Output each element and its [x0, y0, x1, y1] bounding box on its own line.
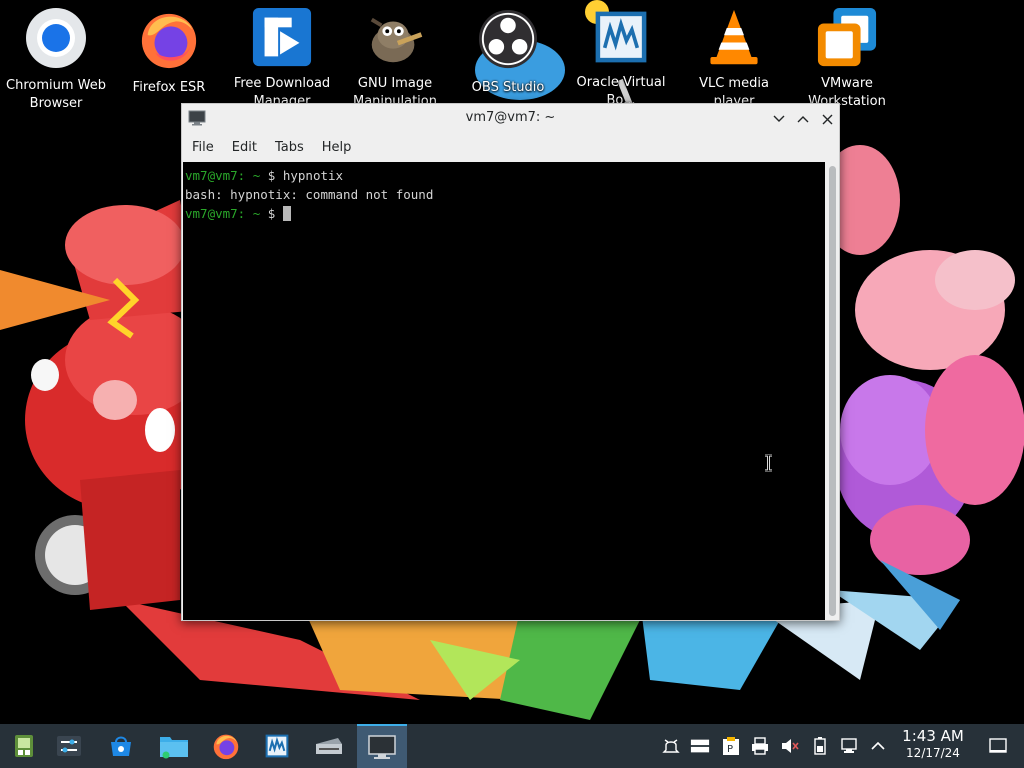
menu-bar: File Edit Tabs Help — [182, 134, 839, 162]
terminal-line: vm7@vm7: ~ $ hypnotix — [184, 166, 433, 185]
terminal-icon[interactable] — [357, 724, 407, 768]
firefox-icon[interactable] — [202, 724, 250, 768]
drive-icon[interactable] — [690, 736, 710, 756]
scanner-icon[interactable] — [305, 724, 353, 768]
vmware-icon — [814, 6, 880, 68]
desktop-icon-free-download-manager[interactable]: Free Download Manager — [226, 6, 338, 110]
terminal-line: bash: hypnotix: command not found — [184, 185, 433, 204]
window-titlebar[interactable]: vm7@vm7: ~ — [182, 104, 839, 134]
prompt-dir: ~ — [245, 206, 261, 221]
desktop-icon-vmware[interactable]: VMware Workstation — [791, 6, 903, 110]
prompt-user-host: vm7@vm7: — [185, 168, 246, 183]
terminal-line: vm7@vm7: ~ $ — [184, 204, 433, 223]
clock-time: 1:43 AM — [902, 727, 964, 745]
window-title: vm7@vm7: ~ — [465, 110, 556, 125]
scrollbar-thumb[interactable] — [829, 166, 836, 616]
taskbar: P 1:43 AM 12/17/24 — [0, 724, 1024, 768]
expand-tray-icon[interactable] — [868, 736, 888, 756]
prompt-dir: ~ — [245, 168, 261, 183]
maximize-button[interactable] — [793, 109, 813, 129]
file-manager-icon[interactable] — [150, 724, 198, 768]
settings-icon[interactable] — [45, 724, 93, 768]
text-cursor — [282, 206, 291, 221]
desktop-icon-vlc[interactable]: VLC media player — [678, 6, 790, 110]
menu-help[interactable]: Help — [313, 134, 361, 162]
desktop-icon-label: Chromium Web Browser — [6, 78, 106, 111]
prompt-user-host: vm7@vm7: — [185, 206, 246, 221]
firefox-icon — [136, 6, 202, 72]
close-button[interactable] — [817, 109, 837, 129]
ibeam-cursor-icon — [764, 453, 773, 476]
clipboard-icon[interactable]: P — [721, 736, 741, 756]
free-download-manager-icon — [249, 6, 315, 68]
desktop-icon-firefox[interactable]: Firefox ESR — [113, 6, 225, 110]
printer-icon[interactable] — [750, 736, 770, 756]
virtualbox-icon[interactable] — [253, 724, 301, 768]
clock-date: 12/17/24 — [906, 746, 960, 760]
notifications-icon[interactable] — [661, 736, 681, 756]
gimp-icon — [362, 6, 428, 68]
svg-text:P: P — [727, 744, 733, 755]
output-text: bash: hypnotix: command not found — [185, 187, 434, 202]
desktop-icon-gimp[interactable]: GNU Image Manipulation — [339, 6, 451, 110]
prompt-symbol: $ — [260, 168, 283, 183]
application-launcher-icon[interactable] — [0, 724, 48, 768]
vertical-scrollbar[interactable] — [826, 162, 839, 620]
store-icon[interactable] — [97, 724, 145, 768]
chromium-icon — [23, 6, 89, 70]
desktop-icon-chromium[interactable]: Chromium Web Browser — [0, 6, 112, 111]
desktop-icon-label: OBS Studio — [471, 80, 545, 95]
prompt-symbol: $ — [260, 206, 283, 221]
obs-icon — [475, 6, 541, 72]
minimize-button[interactable] — [769, 109, 789, 129]
command-text: hypnotix — [282, 168, 344, 183]
network-icon[interactable] — [840, 736, 860, 756]
vlc-icon — [701, 6, 767, 68]
menu-tabs[interactable]: Tabs — [266, 134, 313, 162]
terminal-window[interactable]: vm7@vm7: ~ File Edit Tabs Help vm7@vm7: … — [181, 103, 840, 621]
terminal-output-area[interactable]: vm7@vm7: ~ $ hypnotix bash: hypnotix: co… — [183, 162, 825, 620]
volume-muted-icon[interactable] — [780, 736, 800, 756]
show-desktop-icon[interactable] — [988, 736, 1008, 756]
menu-file[interactable]: File — [182, 134, 223, 162]
battery-icon[interactable] — [810, 736, 830, 756]
system-clock[interactable]: 1:43 AM 12/17/24 — [896, 727, 970, 761]
desktop-icon-obs-studio[interactable]: OBS Studio — [452, 6, 564, 110]
menu-edit[interactable]: Edit — [223, 134, 266, 162]
desktop-icon-oracle-virtualbox[interactable]: Oracle Virtual Bo... — [565, 6, 677, 110]
virtualbox-icon — [588, 6, 654, 67]
desktop-icon-label: Firefox ESR — [132, 80, 206, 95]
